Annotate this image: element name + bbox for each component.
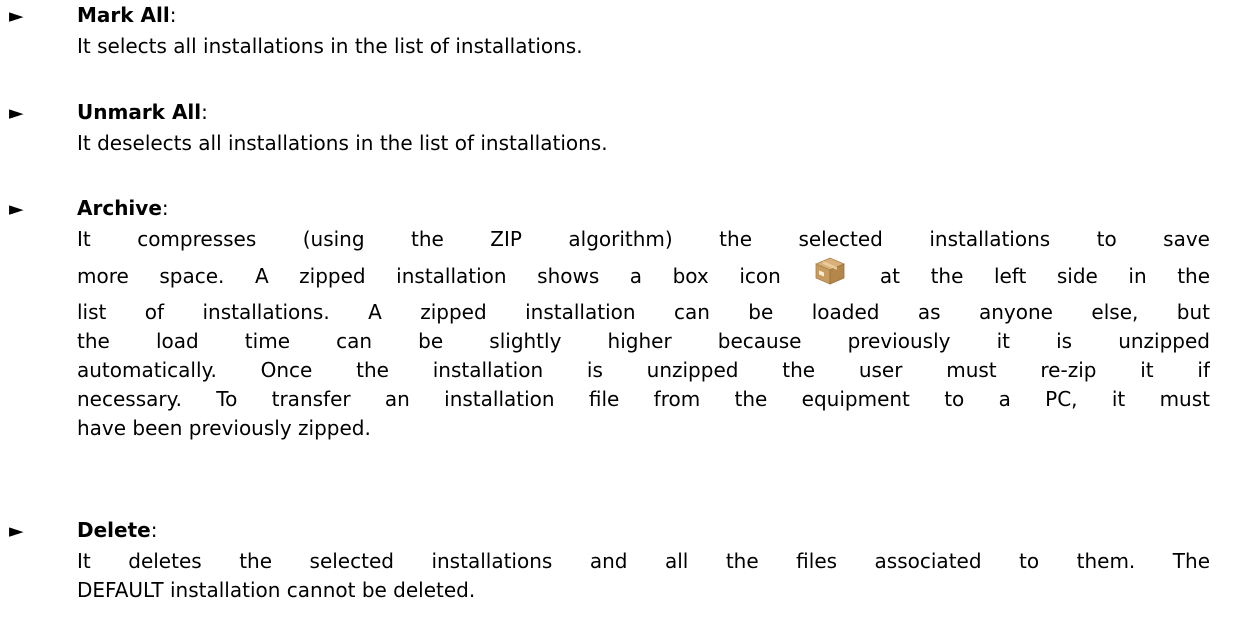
description-line: It compresses (using the ZIP algorithm) … (77, 227, 1210, 251)
bullet-icon: ► (9, 102, 24, 124)
description-line: It deletes the selected installations an… (77, 549, 1210, 573)
term-title: Archive (77, 196, 162, 220)
description-line: have been previously zipped. (77, 416, 371, 440)
definition-description: It deletes the selected installations an… (77, 547, 1210, 605)
document-page: ► Mark All: It selects all installations… (0, 0, 1234, 621)
bullet-icon: ► (9, 198, 24, 220)
definition-description: It deselects all installations in the li… (77, 129, 1210, 158)
definition-term: Unmark All: (77, 99, 208, 125)
term-colon: : (161, 196, 169, 220)
bullet-icon: ► (9, 520, 24, 542)
definition-term: Mark All: (77, 2, 176, 28)
description-line: It selects all installations in the list… (77, 34, 583, 58)
term-colon: : (169, 3, 177, 27)
description-line: automatically. Once the installation is … (77, 358, 1210, 382)
term-title: Mark All (77, 3, 170, 27)
definition-description: It selects all installations in the list… (77, 32, 1210, 61)
bullet-icon: ► (9, 5, 24, 27)
description-line: list of installations. A zipped installa… (77, 300, 1210, 324)
definition-term: Delete: (77, 517, 157, 543)
definition-term: Archive: (77, 195, 169, 221)
term-colon: : (150, 518, 158, 542)
description-line: necessary. To transfer an installation f… (77, 387, 1210, 411)
description-text: more space. A zipped installation shows … (77, 264, 781, 288)
definition-description: It compresses (using the ZIP algorithm) … (77, 225, 1210, 443)
description-line-with-icon: more space. A zipped installation shows … (77, 254, 1210, 298)
term-title: Delete (77, 518, 151, 542)
term-title: Unmark All (77, 100, 202, 124)
description-line: the load time can be slightly higher bec… (77, 329, 1210, 353)
description-line: It deselects all installations in the li… (77, 131, 608, 155)
description-text: at the left side in the (879, 264, 1210, 288)
description-line: DEFAULT installation cannot be deleted. (77, 578, 476, 602)
term-colon: : (201, 100, 208, 124)
zip-box-icon (813, 255, 847, 285)
